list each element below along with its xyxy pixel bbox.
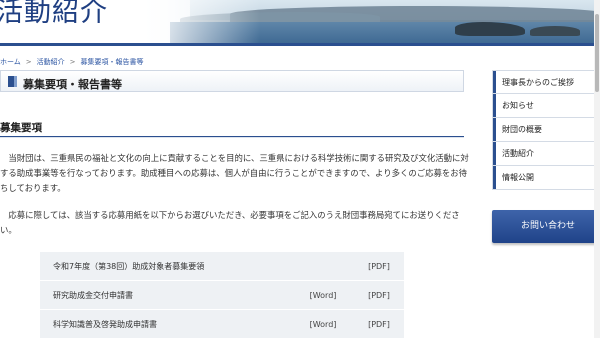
table-row: 科学知識普及啓発助成申請書 [Word] [PDF] (40, 309, 404, 339)
header-banner: 活動紹介 (0, 0, 600, 46)
breadcrumb-activities-link[interactable]: 活動紹介 (37, 58, 65, 66)
banner-underline (0, 43, 600, 46)
sidebar-item-label: 活動紹介 (502, 149, 534, 158)
intro-paragraph: 当財団は、三重県民の福祉と文化の向上に貢献することを目的に、三重県における科学技… (0, 153, 469, 193)
sidebar-item-label: 財団の概要 (502, 125, 542, 134)
breadcrumb-separator: > (25, 58, 32, 66)
sidebar-nav: 理事長からのご挨拶 お知らせ 財団の概要 活動紹介 情報公開 (492, 70, 600, 190)
page-banner-title: 活動紹介 (0, 0, 108, 28)
heading-marker-icon (14, 76, 17, 87)
banner-rock (530, 26, 580, 36)
page-title: 募集要項・報告書等 (23, 78, 122, 91)
document-name: 研究助成金交付申請書 (40, 280, 292, 310)
sidebar-item-label: 理事長からのご挨拶 (502, 78, 574, 87)
table-row: 令和7年度（第38回）助成対象者募集要領 [PDF] (40, 252, 404, 281)
sidebar-item-greeting[interactable]: 理事長からのご挨拶 (492, 70, 600, 94)
pdf-link[interactable]: [PDF] (354, 309, 404, 339)
sidebar-item-disclosure[interactable]: 情報公開 (492, 166, 600, 190)
documents-table: 令和7年度（第38回）助成対象者募集要領 [PDF] 研究助成金交付申請書 [W… (40, 252, 404, 339)
sidebar-item-label: 情報公開 (502, 173, 534, 182)
breadcrumb: ホーム > 活動紹介 > 募集要項・報告書等 (0, 57, 144, 67)
page-heading-box: 募集要項・報告書等 (0, 70, 464, 92)
breadcrumb-separator: > (69, 58, 76, 66)
banner-rock (455, 22, 525, 36)
section-title: 募集要項 (0, 122, 42, 134)
sidebar-item-news[interactable]: お知らせ (492, 94, 600, 118)
table-row: 研究助成金交付申請書 [Word] [PDF] (40, 280, 404, 310)
document-name: 科学知識普及啓発助成申請書 (40, 309, 292, 339)
section-divider-shadow (0, 137, 464, 138)
sidebar-item-label: お知らせ (502, 101, 534, 110)
contact-button[interactable]: お問い合わせ (492, 210, 600, 243)
word-link (292, 252, 354, 281)
breadcrumb-home-link[interactable]: ホーム (0, 58, 21, 66)
instructions-paragraph: 応募に際しては、該当する応募用紙を以下からお選びいただき、必要事項をご記入のうえ… (0, 210, 460, 235)
scrollbar-thumb[interactable] (595, 14, 599, 92)
pdf-link[interactable]: [PDF] (354, 280, 404, 310)
document-name: 令和7年度（第38回）助成対象者募集要領 (40, 252, 292, 281)
sidebar-item-about[interactable]: 財団の概要 (492, 118, 600, 142)
pdf-link[interactable]: [PDF] (354, 252, 404, 281)
word-link[interactable]: [Word] (292, 280, 354, 310)
breadcrumb-current-link[interactable]: 募集要項・報告書等 (81, 58, 144, 66)
sidebar-item-activities[interactable]: 活動紹介 (492, 142, 600, 166)
word-link[interactable]: [Word] (292, 309, 354, 339)
